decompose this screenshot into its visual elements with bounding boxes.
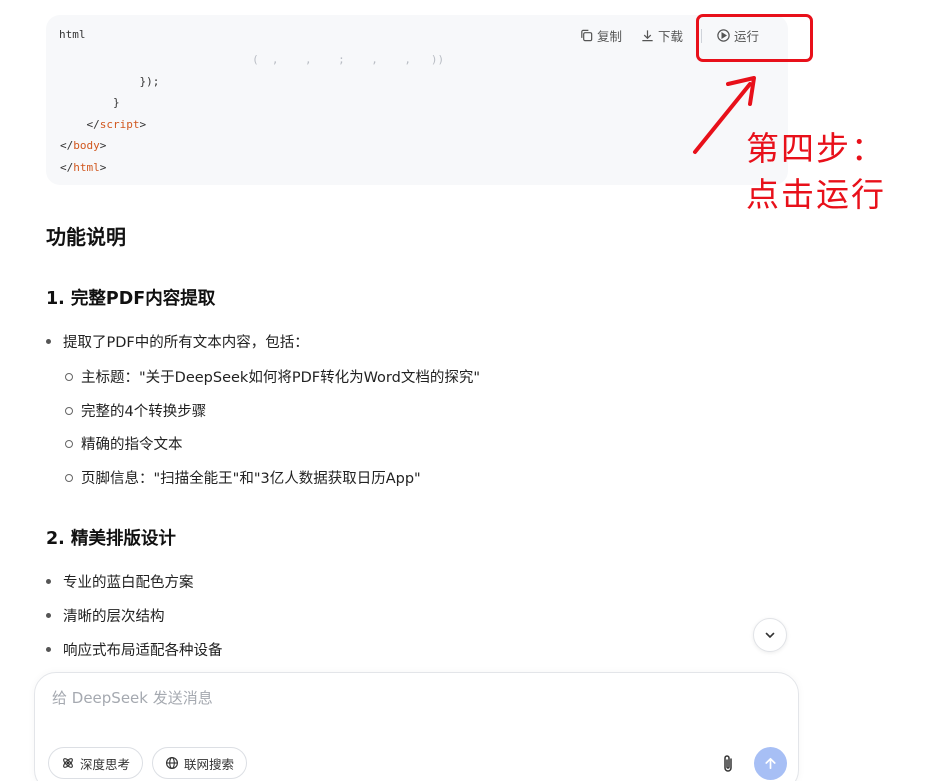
arrow-up-icon	[765, 757, 776, 770]
copy-button[interactable]: 复制	[579, 26, 622, 45]
list-subitem: 完整的4个转换步骤	[64, 400, 206, 421]
atom-icon	[63, 758, 73, 768]
copy-icon	[581, 29, 593, 42]
download-button[interactable]: 下载	[640, 26, 683, 45]
copy-label: 复制	[597, 29, 623, 44]
paperclip-icon[interactable]	[718, 753, 738, 775]
annotation-step-text: 第四步：	[746, 129, 886, 168]
code-content: ( , , ; , , )) }); } </script> </body> <…	[60, 49, 444, 178]
code-line: }	[112, 96, 120, 109]
list-subitem: 页脚信息："扫描全能王"和"3亿人数据获取日历App"	[65, 467, 421, 488]
list-subitem: 精确的指令文本	[65, 433, 183, 454]
scroll-down-button[interactable]	[753, 618, 787, 652]
run-highlight-box	[696, 14, 813, 62]
globe-icon	[166, 757, 178, 769]
subsection-title-2: 2. 精美排版设计	[46, 529, 176, 549]
list-item: 响应式布局适配各种设备	[46, 639, 223, 660]
web-search-button[interactable]: 联网搜索	[152, 747, 248, 779]
annotation-instruction-text: 点击运行	[746, 175, 886, 214]
code-language-label: html	[59, 28, 86, 41]
code-line: </script>	[86, 117, 147, 131]
code-line-partial: ( , , ; , , ))	[252, 53, 445, 66]
code-block: html 复制 下载 运行 ( , , ; , , )) }); } </scr…	[46, 15, 788, 185]
list-item: 提取了PDF中的所有文本内容，包括：	[46, 331, 309, 352]
send-button[interactable]	[754, 747, 787, 780]
list-subitem: 主标题："关于DeepSeek如何将PDF转化为Word文档的探究"	[64, 366, 480, 387]
code-line: });	[139, 74, 160, 88]
section-heading: 功能说明	[46, 225, 126, 249]
subsection-title-1: 1. 完整PDF内容提取	[46, 289, 216, 309]
download-icon	[642, 30, 653, 42]
message-composer: 深度思考 联网搜索	[34, 672, 799, 781]
deep-think-button[interactable]: 深度思考	[48, 747, 144, 779]
message-input[interactable]	[52, 689, 702, 707]
list-item: 清晰的层次结构	[46, 605, 165, 626]
code-line: </html>	[60, 160, 107, 174]
chevron-down-icon	[765, 632, 775, 638]
web-search-label: 联网搜索	[184, 756, 235, 772]
deep-think-label: 深度思考	[80, 756, 131, 772]
download-label: 下载	[658, 29, 684, 44]
list-item: 专业的蓝白配色方案	[46, 571, 194, 592]
code-line: </body>	[60, 139, 107, 152]
